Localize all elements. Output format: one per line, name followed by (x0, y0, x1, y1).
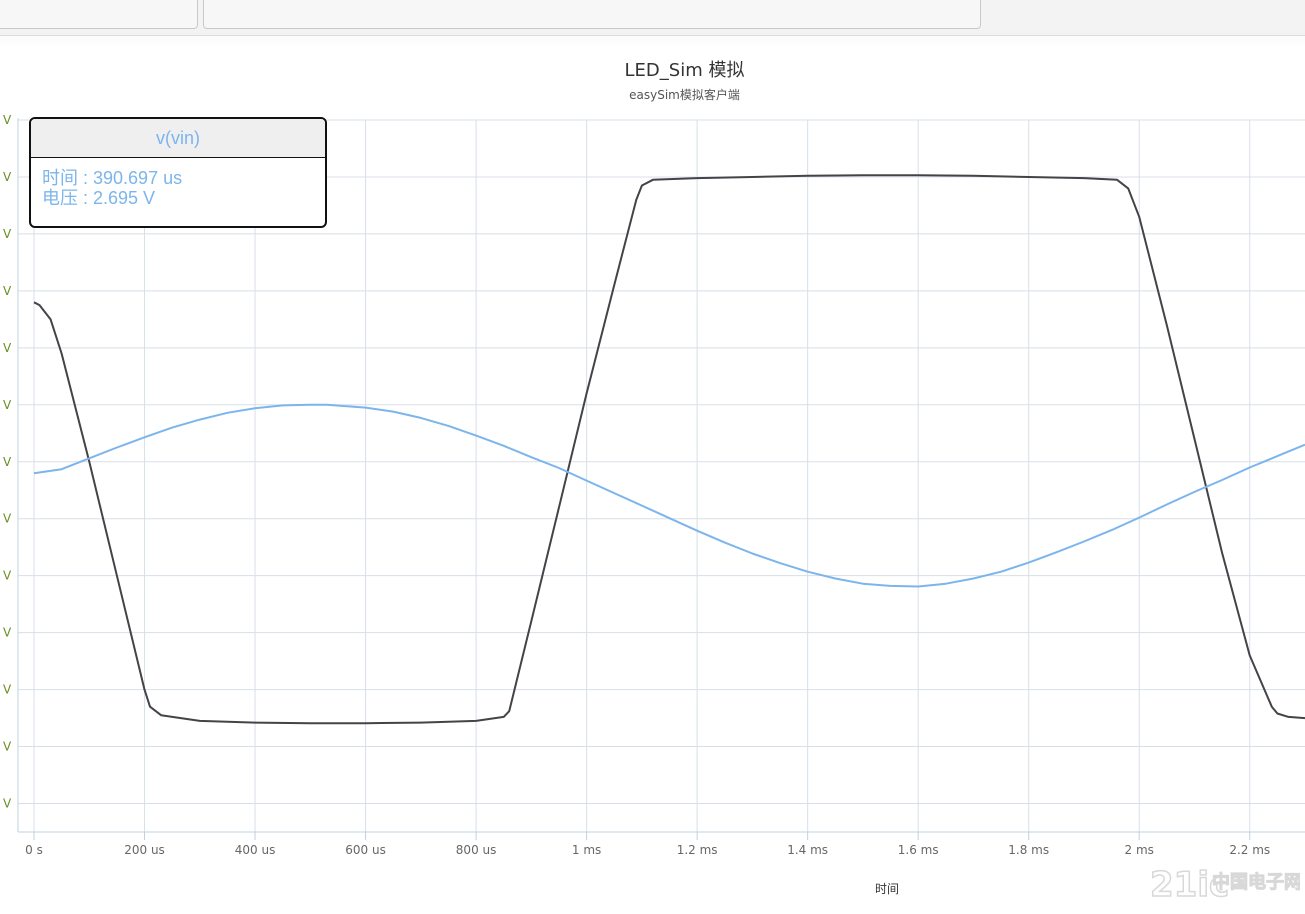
y-tick-label: V (3, 683, 12, 697)
y-tick-label: V (3, 797, 12, 811)
y-tick-label: V (3, 170, 12, 184)
y-tick-label: V (3, 626, 12, 640)
tooltip: v(vin) 时间 : 390.697 us 电压 : 2.695 V (29, 117, 327, 228)
y-tick-label: V (3, 398, 12, 412)
x-tick-label: 2.2 ms (1229, 843, 1270, 857)
x-tick-label: 600 us (345, 843, 386, 857)
tick-labels: V V V V V V V V V V V V V 0 s 200 us 400 us 600 us 800 us… (3, 113, 1270, 896)
watermark-logo: 21ic 中国电子网 (1150, 864, 1300, 906)
x-tick-label: 400 us (235, 843, 276, 857)
y-tick-label: V (3, 740, 12, 754)
x-tick-label: 1.4 ms (787, 843, 828, 857)
tooltip-series-name: v(vin) (31, 119, 325, 158)
tooltip-time-row: 时间 : 390.697 us (42, 168, 183, 188)
y-tick-label: V (3, 569, 12, 583)
tooltip-voltage-value: 2.695 V (93, 188, 156, 208)
x-axis-title: 时间 (875, 882, 899, 896)
y-tick-label: V (3, 113, 12, 127)
y-tick-label: V (3, 227, 12, 241)
tooltip-voltage-row: 电压 : 2.695 V (42, 188, 156, 208)
svg-text:中国电子网: 中国电子网 (1212, 871, 1300, 893)
y-tick-label: V (3, 341, 12, 355)
x-tick-label: 800 us (456, 843, 497, 857)
y-tick-label: V (3, 455, 12, 469)
tooltip-time-value: 390.697 us (93, 168, 183, 188)
series-line (33, 174, 1305, 725)
x-tick-label: 0 s (25, 843, 43, 857)
y-tick-label: V (3, 284, 12, 298)
x-tick-label: 200 us (124, 843, 165, 857)
chart-subtitle: easySim模拟客户端 (629, 88, 740, 102)
series-lines (33, 174, 1305, 725)
x-tick-label: 1 ms (572, 843, 601, 857)
tooltip-time-label: 时间 (42, 168, 78, 188)
x-tick-label: 1.8 ms (1008, 843, 1049, 857)
x-tick-label: 1.6 ms (898, 843, 939, 857)
tooltip-voltage-label: 电压 (42, 188, 78, 208)
x-tick-label: 2 ms (1125, 843, 1154, 857)
series-line (33, 403, 1305, 588)
chart-title: LED_Sim 模拟 (624, 60, 745, 81)
y-tick-label: V (3, 512, 12, 526)
x-tick-label: 1.2 ms (677, 843, 718, 857)
